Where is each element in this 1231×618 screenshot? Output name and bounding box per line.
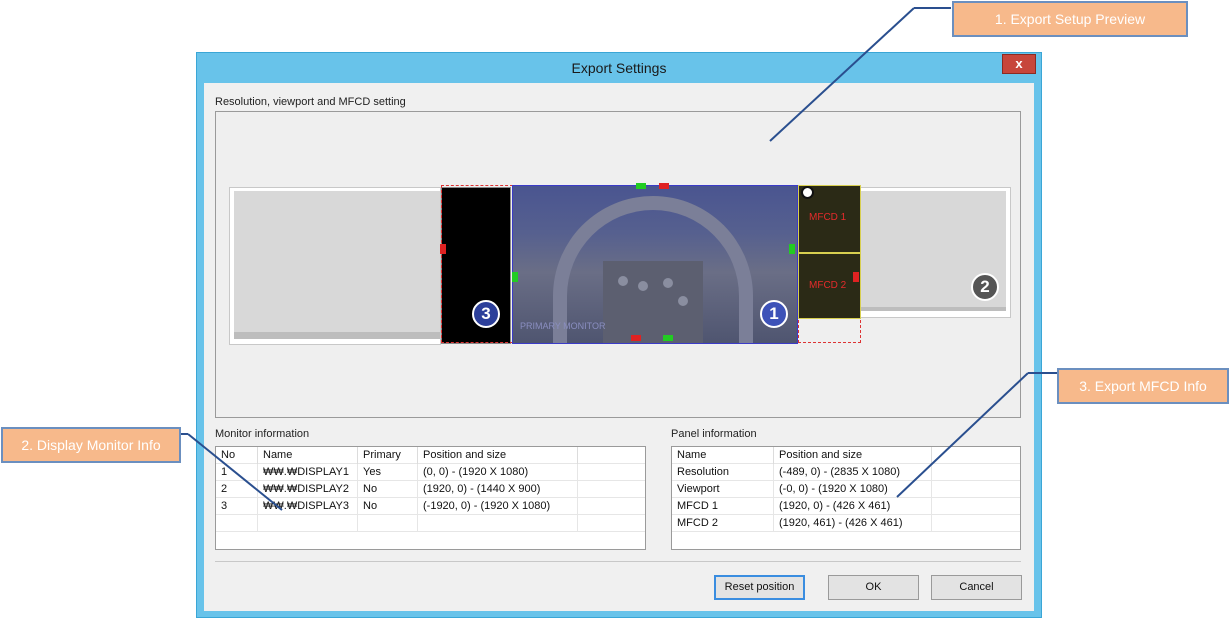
callout-export-setup-preview: 1. Export Setup Preview — [952, 1, 1188, 37]
callout-export-mfcd-info: 3. Export MFCD Info — [1057, 368, 1229, 404]
callout-display-monitor-info: 2. Display Monitor Info — [1, 427, 181, 463]
callout-lines — [180, 7, 1057, 511]
